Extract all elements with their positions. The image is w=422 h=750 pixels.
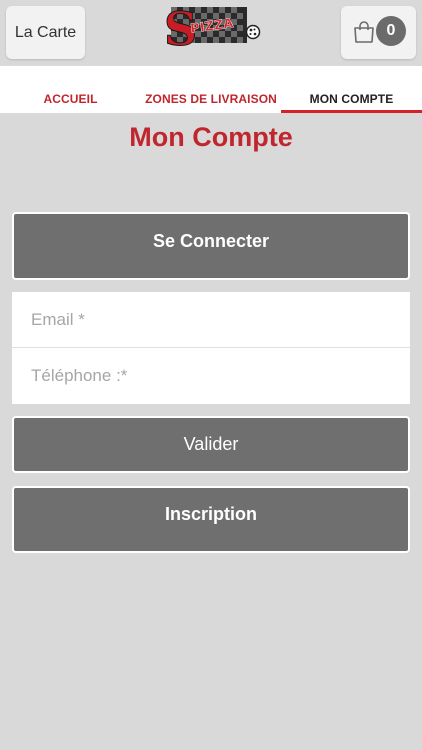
validate-button[interactable]: Valider (12, 416, 410, 473)
spizza-logo: S PIZZA (164, 3, 261, 48)
login-button-label: Se Connecter (152, 231, 270, 251)
cart-count-badge: 0 (376, 16, 406, 46)
phone-field[interactable] (12, 348, 410, 404)
register-button-label: Inscription (164, 504, 257, 524)
tab-bar: ACCUEIL ZONES DE LIVRAISON MON COMPTE (0, 66, 422, 113)
shopping-bag-icon (354, 21, 374, 43)
tab-zones-de-livraison[interactable]: ZONES DE LIVRAISON (141, 66, 281, 113)
login-form (12, 292, 410, 404)
login-button[interactable]: Se Connecter (12, 212, 410, 280)
cart-button[interactable]: 0 (341, 6, 416, 59)
email-field[interactable] (12, 292, 410, 348)
register-button[interactable]: Inscription (12, 486, 410, 553)
page-title: Mon Compte (129, 122, 293, 152)
tab-mon-compte[interactable]: MON COMPTE (281, 66, 422, 113)
app-header: La Carte S PIZZA 0 (0, 0, 422, 66)
tab-accueil[interactable]: ACCUEIL (0, 66, 141, 113)
validate-button-label: Valider (183, 434, 239, 454)
menu-button[interactable]: La Carte (6, 6, 85, 59)
menu-button-label: La Carte (14, 23, 77, 41)
